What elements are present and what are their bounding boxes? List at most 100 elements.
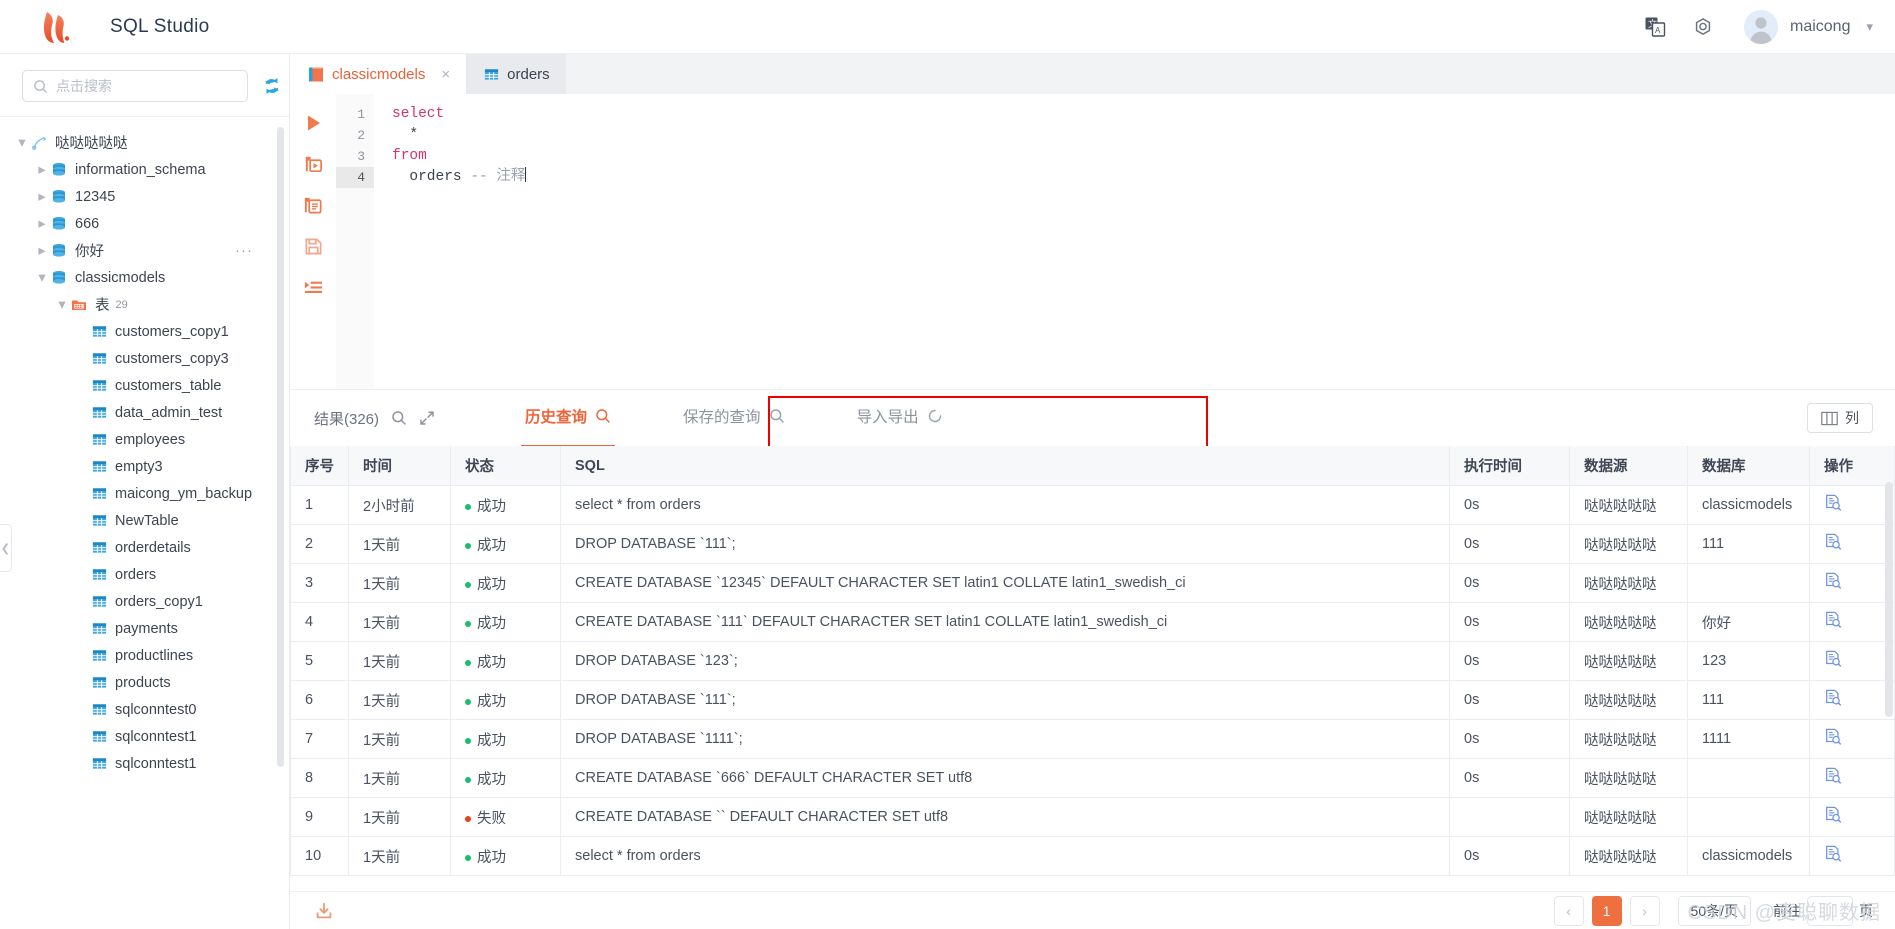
- page-1-button[interactable]: 1: [1591, 895, 1622, 926]
- tree-node-empty3[interactable]: empty3: [0, 453, 289, 480]
- search-input[interactable]: [56, 78, 237, 94]
- search-icon[interactable]: [595, 408, 611, 424]
- status-dot-success: [465, 854, 471, 861]
- code-line[interactable]: from: [392, 146, 1895, 167]
- table-row[interactable]: 3 1天前 成功 CREATE DATABASE `12345` DEFAULT CH…: [290, 563, 1895, 603]
- tree-node-employees[interactable]: employees: [0, 426, 289, 453]
- tree-node-productlines[interactable]: productlines: [0, 642, 289, 669]
- result-search-icon[interactable]: [391, 410, 407, 426]
- sync-icon[interactable]: [927, 408, 943, 424]
- tree-node-sqlconntest1[interactable]: sqlconntest1: [0, 723, 289, 750]
- flame-logo[interactable]: [30, 10, 82, 44]
- tree-node-customers_copy1[interactable]: customers_copy1: [0, 318, 289, 345]
- chevron-down-icon[interactable]: ▾: [1866, 19, 1873, 35]
- tree-node-data_admin_test[interactable]: data_admin_test: [0, 399, 289, 426]
- doc-search-icon[interactable]: [1824, 689, 1842, 707]
- run-button[interactable]: [300, 110, 326, 136]
- chevron-down-icon[interactable]: ▾: [34, 270, 50, 286]
- search-icon[interactable]: [769, 408, 785, 424]
- tree-node-information_schema[interactable]: ▸ information_schema: [0, 156, 289, 183]
- doc-search-icon[interactable]: [1824, 728, 1842, 746]
- results-tab-导入导出[interactable]: 导入导出: [857, 405, 943, 431]
- tree-node-classicmodels[interactable]: ▾ classicmodels: [0, 264, 289, 291]
- chevron-right-icon[interactable]: ▸: [34, 216, 50, 232]
- tree-node-12345[interactable]: ▸ 12345: [0, 183, 289, 210]
- editor-code-area[interactable]: select * from orders -- 注释: [374, 94, 1895, 389]
- tree-node-customers_table[interactable]: customers_table: [0, 372, 289, 399]
- table-row[interactable]: 10 1天前 成功 select * from orders 0s 哒哒哒哒哒 classi…: [290, 836, 1895, 876]
- tree-node-表[interactable]: ▾ 表 29: [0, 291, 289, 318]
- doc-search-icon[interactable]: [1824, 611, 1842, 629]
- cell-action: [1809, 524, 1895, 564]
- page-jump-suffix: 页: [1859, 902, 1873, 919]
- tree-node-maicong_ym_backup[interactable]: maicong_ym_backup: [0, 480, 289, 507]
- tree-node-哒哒哒哒哒[interactable]: ▾ 哒哒哒哒哒: [0, 129, 289, 156]
- tree-node-sqlconntest1[interactable]: sqlconntest1: [0, 750, 289, 777]
- editor-tab-orders[interactable]: orders: [466, 54, 566, 94]
- user-avatar[interactable]: [1743, 9, 1778, 44]
- table-row[interactable]: 4 1天前 成功 CREATE DATABASE `111` DEFAULT CHAR…: [290, 602, 1895, 642]
- doc-search-icon[interactable]: [1824, 533, 1842, 551]
- code-line[interactable]: *: [392, 125, 1895, 146]
- run-selection-button[interactable]: [300, 151, 326, 177]
- result-expand-icon[interactable]: [419, 410, 435, 426]
- gear-icon[interactable]: [1686, 10, 1720, 44]
- tree-node-orders[interactable]: orders: [0, 561, 289, 588]
- result-count-label: 结果(326): [314, 410, 380, 428]
- table-row[interactable]: 6 1天前 成功 DROP DATABASE `111`; 0s 哒哒哒哒哒 111: [290, 680, 1895, 720]
- tree-node-more-button[interactable]: ···: [235, 243, 253, 258]
- results-tab-历史查询[interactable]: 历史查询: [521, 405, 616, 447]
- page-jump-input[interactable]: [1807, 895, 1853, 926]
- table-row[interactable]: 5 1天前 成功 DROP DATABASE `123`; 0s 哒哒哒哒哒 123: [290, 641, 1895, 681]
- columns-button[interactable]: 列: [1807, 403, 1873, 433]
- tree-node-products[interactable]: products: [0, 669, 289, 696]
- cell-database: 你好: [1687, 602, 1810, 642]
- doc-search-icon[interactable]: [1824, 806, 1842, 824]
- editor-toolbar: [290, 94, 336, 389]
- tree-node-orders_copy1[interactable]: orders_copy1: [0, 588, 289, 615]
- language-icon[interactable]: 文 A: [1638, 10, 1672, 44]
- tree-node-666[interactable]: ▸ 666: [0, 210, 289, 237]
- refresh-icon[interactable]: [262, 76, 282, 96]
- explain-button[interactable]: [300, 274, 326, 300]
- doc-search-icon[interactable]: [1824, 845, 1842, 863]
- close-icon[interactable]: ×: [441, 67, 450, 82]
- tree-node-payments[interactable]: payments: [0, 615, 289, 642]
- tree-node-orderdetails[interactable]: orderdetails: [0, 534, 289, 561]
- tree-node-你好[interactable]: ▸ 你好 ···: [0, 237, 289, 264]
- tree-node-label: data_admin_test: [115, 404, 223, 421]
- doc-search-icon[interactable]: [1824, 494, 1842, 512]
- tree-node-customers_copy3[interactable]: customers_copy3: [0, 345, 289, 372]
- table-row[interactable]: 1 2小时前 成功 select * from orders 0s 哒哒哒哒哒 classi…: [290, 485, 1895, 525]
- doc-search-icon[interactable]: [1824, 650, 1842, 668]
- chevron-down-icon[interactable]: ▾: [54, 297, 70, 313]
- table-row[interactable]: 9 1天前 失败 CREATE DATABASE `` DEFAULT CHARACT…: [290, 797, 1895, 837]
- table-scrollbar[interactable]: [1885, 482, 1893, 717]
- tree-node-NewTable[interactable]: NewTable: [0, 507, 289, 534]
- tree-node-sqlconntest0[interactable]: sqlconntest0: [0, 696, 289, 723]
- page-size-select[interactable]: 50条/页: [1677, 895, 1751, 926]
- format-button[interactable]: [300, 192, 326, 218]
- table-row[interactable]: 8 1天前 成功 CREATE DATABASE `666` DEFAULT CHAR…: [290, 758, 1895, 798]
- table-row[interactable]: 2 1天前 成功 DROP DATABASE `111`; 0s 哒哒哒哒哒 111: [290, 524, 1895, 564]
- results-tab-保存的查询[interactable]: 保存的查询: [683, 405, 785, 431]
- doc-search-icon[interactable]: [1824, 572, 1842, 590]
- chevron-right-icon[interactable]: ▸: [34, 162, 50, 178]
- search-box[interactable]: [22, 70, 248, 102]
- cell-database: 1111: [1687, 719, 1810, 759]
- download-icon[interactable]: [314, 901, 334, 921]
- table-row[interactable]: 7 1天前 成功 DROP DATABASE `1111`; 0s 哒哒哒哒哒 1111: [290, 719, 1895, 759]
- chevron-right-icon[interactable]: ▸: [34, 189, 50, 205]
- chevron-right-icon[interactable]: ▸: [34, 243, 50, 259]
- code-line[interactable]: select: [392, 104, 1895, 125]
- tree-node-label: employees: [115, 431, 186, 448]
- database-icon: [50, 189, 68, 205]
- prev-page-button[interactable]: ‹: [1553, 895, 1584, 926]
- code-line[interactable]: orders -- 注释: [392, 167, 1895, 188]
- chevron-down-icon[interactable]: ▾: [14, 135, 30, 151]
- save-button[interactable]: [300, 233, 326, 259]
- sidebar-collapse-handle[interactable]: ❮: [0, 524, 12, 572]
- editor-tab-classicmodels[interactable]: classicmodels ×: [290, 54, 467, 94]
- doc-search-icon[interactable]: [1824, 767, 1842, 785]
- next-page-button[interactable]: ›: [1629, 895, 1660, 926]
